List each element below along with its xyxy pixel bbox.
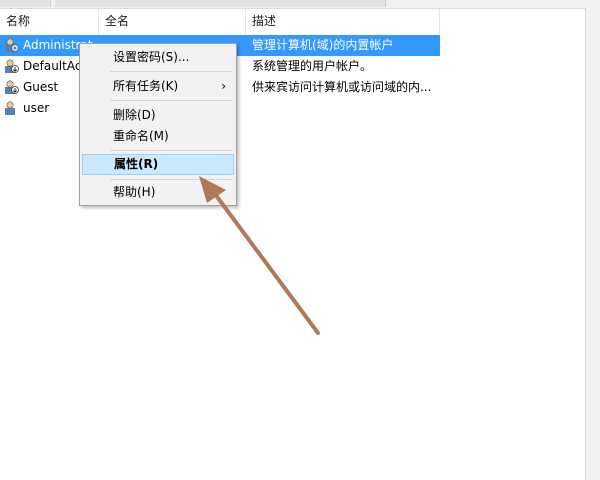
column-header-description[interactable]: 描述 [246,9,440,34]
right-pane-edge [585,8,600,480]
menu-item-set-password[interactable]: 设置密码(S)... [82,47,234,68]
menu-item-label: 所有任务(K) [113,79,179,93]
context-menu: 设置密码(S)... 所有任务(K) › 删除(D) 重命名(M) 属性(R) … [79,43,237,206]
menu-separator [110,150,232,151]
top-strip-segment [0,0,51,7]
column-header-name[interactable]: 名称 [0,9,99,34]
menu-separator [110,179,232,180]
top-window-strip [0,0,600,9]
top-strip-segment [55,0,386,7]
chevron-right-icon: › [221,79,226,93]
menu-item-rename[interactable]: 重命名(M) [82,126,234,147]
user-description: 系统管理的用户帐户。 [252,59,373,73]
list-header: 名称 全名 描述 [0,9,440,34]
user-description [252,98,442,119]
user-description: 供来宾访问计算机或访问域的内... [252,80,432,94]
menu-item-all-tasks[interactable]: 所有任务(K) › [82,76,234,97]
menu-separator [110,100,232,101]
menu-item-properties[interactable]: 属性(R) [82,154,234,175]
user-account-icon [5,38,19,52]
user-account-icon [5,59,19,73]
menu-item-delete[interactable]: 删除(D) [82,105,234,126]
menu-item-help[interactable]: 帮助(H) [82,182,234,203]
column-header-fullname[interactable]: 全名 [99,9,246,34]
user-account-icon [5,80,19,94]
user-description: 管理计算机(域)的内置帐户 [252,38,394,52]
menu-separator [110,71,232,72]
user-account-icon [5,101,15,115]
